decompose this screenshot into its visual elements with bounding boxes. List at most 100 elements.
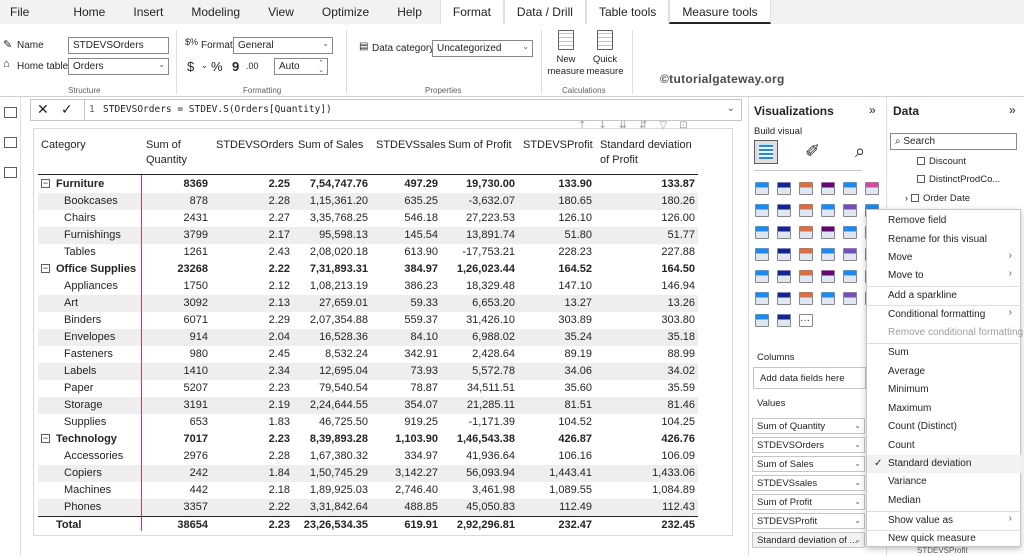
decimal-places-stepper[interactable]: Auto ⌃ ⌄ [274,58,328,75]
col-header-stdevssales[interactable]: STDEVSsales [376,138,446,153]
table-row[interactable]: Tables 1261 2.43 2,08,020.18 613.90 -17,753.2… [38,244,698,261]
tab-help[interactable]: Help [379,0,432,24]
analytics-icon[interactable]: ⌕ [855,141,865,162]
tab-modeling[interactable]: Modeling [173,0,250,24]
100-bar-icon[interactable] [843,182,857,195]
name-input[interactable]: STDEVSOrders [68,37,169,54]
smart-narrative-icon[interactable] [799,292,813,305]
chevron-down-icon[interactable]: ⌄ [854,440,861,449]
tab-home[interactable]: Home [39,0,115,24]
menu-item-maximum[interactable]: Maximum [888,403,931,414]
ribbon-chart-icon[interactable] [843,204,857,217]
menu-item-show-value-as[interactable]: Show value as [888,515,953,526]
value-well-sum-quantity[interactable]: Sum of Quantity ⌄ [752,418,865,434]
matrix-icon[interactable] [799,270,813,283]
percent-button[interactable]: % [211,59,223,74]
shape-map-icon[interactable] [777,248,791,261]
table-view-icon[interactable] [4,137,17,148]
chevron-down-icon[interactable]: ⌄ [201,61,208,70]
field-stdevsprofit[interactable]: STDEVSProfit [917,546,968,555]
chevron-down-icon[interactable]: ⌄ [854,516,861,525]
decimal-button[interactable]: .00 [246,61,259,71]
value-well-stdevsorders[interactable]: STDEVSOrders ⌄ [752,437,865,453]
collapse-pane-icon[interactable]: » [1009,103,1016,117]
quick-measure-button[interactable]: Quick measure [586,30,624,84]
tab-view[interactable]: View [250,0,304,24]
table-row[interactable]: Paper 5207 2.23 79,540.54 78.87 34,511.51 35.6… [38,380,698,397]
chevron-down-icon[interactable]: ⌄ [727,103,735,114]
table-row[interactable]: Accessories 2976 2.28 1,67,380.32 334.97 41,9… [38,448,698,465]
field-distinctprodco[interactable]: DistinctProdCo... [917,174,1000,185]
table-row[interactable]: Copiers 242 1.84 1,50,745.29 3,142.27 56,093.… [38,465,698,482]
model-view-icon[interactable] [4,167,17,178]
area-chart-icon[interactable] [777,204,791,217]
r-visual-icon[interactable] [821,270,835,283]
stacked-bar-icon[interactable] [755,182,769,195]
data-search-input[interactable]: ⌕ Search [890,133,1017,150]
table-row[interactable]: Binders 6071 2.29 2,07,354.88 559.37 31,426.1… [38,312,698,329]
home-table-select[interactable]: Orders ⌄ [68,58,169,75]
tab-format[interactable]: Format [439,0,504,24]
table-row[interactable]: Art 3092 2.13 27,659.01 59.33 6,653.20 13.27 13… [38,295,698,312]
chevrons-icon[interactable] [777,314,791,327]
col-header-sum-quantity[interactable]: Sum of Quantity [146,138,204,168]
slicer-icon[interactable] [755,270,769,283]
table-row[interactable]: Envelopes 914 2.04 16,528.36 84.10 6,988.02 35… [38,329,698,346]
stacked-column-icon[interactable] [777,182,791,195]
new-measure-button[interactable]: New measure [546,30,586,84]
table-row[interactable]: Fasteners 980 2.45 8,532.24 342.91 2,428.64 89… [38,346,698,363]
qa-icon[interactable] [777,292,791,305]
col-header-stdevsprofit[interactable]: STDEVSProfit [523,138,593,153]
menu-item-minimum[interactable]: Minimum [888,384,929,395]
clustered-column-icon[interactable] [821,182,835,195]
menu-item-standard-deviation[interactable]: Standard deviation [888,458,971,469]
table-row[interactable]: Furnishings 3799 2.17 95,598.13 145.54 13,891… [38,227,698,244]
menu-item-count-distinct[interactable]: Count (Distinct) [888,421,957,432]
trophy-icon[interactable] [843,292,857,305]
table-icon[interactable] [777,270,791,283]
value-well-stdevsprofit[interactable]: STDEVSProfit ⌄ [752,513,865,529]
table-row[interactable]: Machines 442 2.18 1,89,925.03 2,746.40 3,461.… [38,482,698,499]
table-row[interactable]: Phones 3357 2.22 3,31,842.64 488.85 45,050.83… [38,499,698,516]
checkbox[interactable] [917,157,925,165]
multirow-card-icon[interactable] [843,248,857,261]
tab-measure-tools[interactable]: Measure tools [669,0,771,24]
pie-icon[interactable] [799,226,813,239]
chevron-down-icon[interactable]: ⌄ [854,459,861,468]
menu-item-move-to[interactable]: Move to [888,270,924,281]
col-header-sum-profit[interactable]: Sum of Profit [448,138,512,153]
python-visual-icon[interactable] [843,270,857,283]
formula-input[interactable]: STDEVSOrders = STDEV.S(Orders[Quantity]) [103,104,332,115]
table-row[interactable]: Supplies 653 1.83 46,725.50 919.25 -1,171.39 1… [38,414,698,431]
col-header-category[interactable]: Category [41,138,86,153]
value-well-stdevssales[interactable]: STDEVSsales ⌄ [752,475,865,491]
stacked-area-icon[interactable] [799,204,813,217]
table-group-row[interactable]: − Furniture 8369 2.25 7,54,747.76 497.29 19,73… [38,176,698,193]
line-chart-icon[interactable] [755,204,769,217]
chevron-down-icon[interactable]: ⌄ [854,478,861,487]
decomposition-tree-icon[interactable] [755,292,769,305]
paginated-icon[interactable] [821,292,835,305]
chevron-down-icon[interactable]: ⌄ [854,497,861,506]
100-column-icon[interactable] [865,182,879,195]
menu-item-count[interactable]: Count [888,440,915,451]
chevron-down-icon[interactable]: ⌄ [854,535,861,544]
collapse-pane-icon[interactable]: » [869,103,876,117]
col-header-std-dev-profit[interactable]: Standard deviation of Profit [600,138,700,168]
menu-item-add-sparkline[interactable]: Add a sparkline [888,290,957,301]
table-row[interactable]: Labels 1410 2.34 12,695.04 73.93 5,572.78 34.0… [38,363,698,380]
table-group-row[interactable]: − Technology 7017 2.23 8,39,893.28 1,103.90 1,… [38,431,698,448]
col-header-stdevsorders[interactable]: STDEVSOrders [216,138,294,153]
funnel-icon[interactable] [755,226,769,239]
diamond-icon[interactable] [755,314,769,327]
data-category-select[interactable]: Uncategorized ⌄ [432,40,533,57]
build-visual-tab[interactable] [754,140,778,164]
chevron-right-icon[interactable]: › [905,193,908,203]
col-header-sum-sales[interactable]: Sum of Sales [298,138,363,153]
table-row[interactable]: Chairs 2431 2.27 3,35,768.25 546.18 27,223.53… [38,210,698,227]
tab-file[interactable]: File [0,0,39,24]
donut-icon[interactable] [821,226,835,239]
line-column-icon[interactable] [821,204,835,217]
table-row[interactable]: Storage 3191 2.19 2,24,644.55 354.07 21,285.1… [38,397,698,414]
collapse-icon[interactable]: − [41,179,50,188]
